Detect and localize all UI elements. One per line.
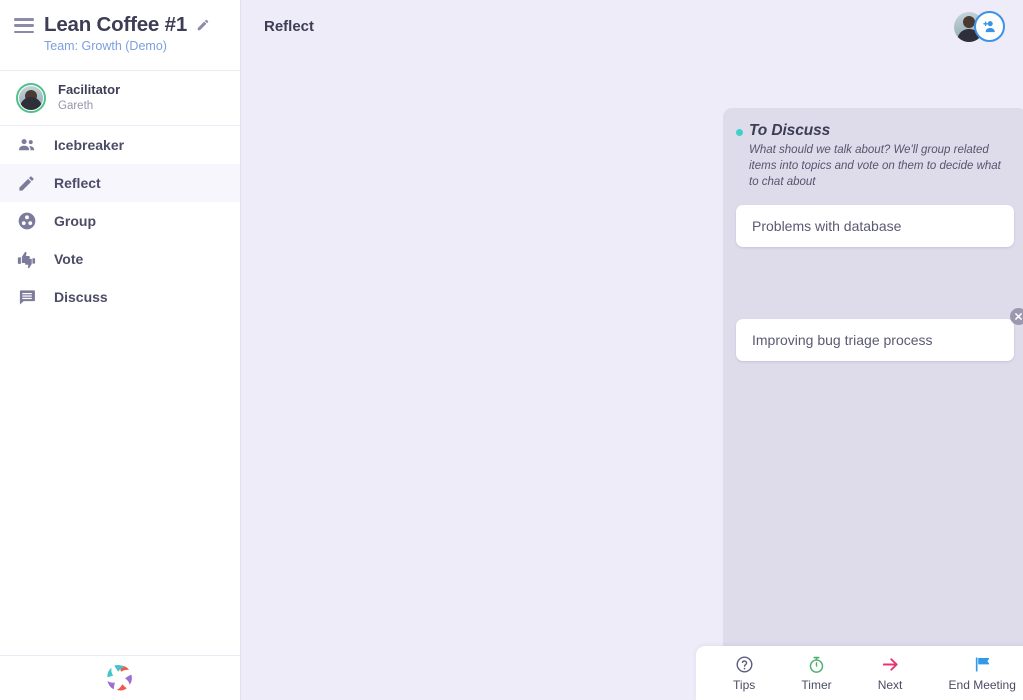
tool-label: Next <box>878 678 903 692</box>
card-wrapper: Improving bug triage process <box>736 319 1014 361</box>
facilitator-name: Gareth <box>58 99 120 113</box>
stopwatch-icon <box>807 654 826 674</box>
next-button[interactable]: Next <box>872 654 909 692</box>
sidebar-item-label: Discuss <box>54 289 108 305</box>
sidebar-item-label: Reflect <box>54 175 101 191</box>
board: To Discuss What should we talk about? We… <box>482 53 1023 700</box>
pencil-icon <box>16 173 37 194</box>
chat-lines-icon <box>16 287 37 308</box>
people-icon <box>16 135 37 156</box>
bottom-toolbar: Tips Timer <box>696 646 1023 700</box>
column-to-discuss: To Discuss What should we talk about? We… <box>723 108 1023 676</box>
sidebar-footer <box>0 655 240 700</box>
add-person-button[interactable] <box>974 11 1005 42</box>
sidebar-item-vote[interactable]: Vote <box>0 240 240 278</box>
close-icon[interactable] <box>1010 308 1023 325</box>
question-circle-icon <box>735 654 754 674</box>
sidebar-item-label: Vote <box>54 251 83 267</box>
column-header: To Discuss What should we talk about? We… <box>736 122 1014 191</box>
tool-label: Timer <box>801 678 831 692</box>
hamburger-icon[interactable] <box>14 18 34 33</box>
card-text: Problems with database <box>752 218 901 234</box>
facilitator-block: Facilitator Gareth <box>0 71 240 126</box>
sidebar-item-label: Icebreaker <box>54 137 124 153</box>
add-person-icon <box>981 18 998 35</box>
facilitator-role: Facilitator <box>58 82 120 98</box>
list-item[interactable]: Problems with database <box>736 205 1014 247</box>
sidebar-header: Lean Coffee #1 Team: Growth (Demo) <box>0 0 240 71</box>
sidebar-spacer <box>0 316 240 655</box>
tool-label: Tips <box>733 678 755 692</box>
tips-button[interactable]: Tips <box>727 654 761 692</box>
top-bar-actions <box>954 11 1005 42</box>
page-title: Reflect <box>264 18 314 35</box>
facilitator-avatar <box>16 83 46 113</box>
meeting-title: Lean Coffee #1 <box>44 13 187 37</box>
pencil-edit-icon[interactable] <box>196 18 210 32</box>
top-bar: Reflect <box>241 0 1023 53</box>
main-area: Reflect To Discuss What sh <box>241 0 1023 700</box>
pinwheel-logo <box>103 661 137 695</box>
facilitator-text: Facilitator Gareth <box>58 82 120 114</box>
card-spacer <box>736 247 1014 319</box>
column-title: To Discuss <box>749 122 1014 140</box>
list-item[interactable]: Improving bug triage process <box>736 319 1014 361</box>
group-circle-icon <box>16 211 37 232</box>
team-label[interactable]: Team: Growth (Demo) <box>44 39 224 53</box>
sidebar: Lean Coffee #1 Team: Growth (Demo) Facil… <box>0 0 241 700</box>
sidebar-item-group[interactable]: Group <box>0 202 240 240</box>
end-meeting-button[interactable]: End Meeting <box>943 654 1022 692</box>
sidebar-item-icebreaker[interactable]: Icebreaker <box>0 126 240 164</box>
sidebar-item-reflect[interactable]: Reflect <box>0 164 240 202</box>
card-text: Improving bug triage process <box>752 332 933 348</box>
card-wrapper: Problems with database <box>736 205 1014 247</box>
sidebar-nav: Icebreaker Reflect <box>0 126 240 316</box>
meeting-title-row: Lean Coffee #1 <box>14 13 224 37</box>
thumbs-icon <box>16 249 37 270</box>
sidebar-item-label: Group <box>54 213 96 229</box>
column-status-dot <box>736 129 743 136</box>
arrow-right-icon <box>880 654 901 674</box>
sidebar-item-discuss[interactable]: Discuss <box>0 278 240 316</box>
tool-label: End Meeting <box>949 678 1016 692</box>
column-description: What should we talk about? We'll group r… <box>749 143 1014 191</box>
timer-button[interactable]: Timer <box>795 654 837 692</box>
flag-icon <box>973 654 992 674</box>
app-root: Lean Coffee #1 Team: Growth (Demo) Facil… <box>0 0 1023 700</box>
